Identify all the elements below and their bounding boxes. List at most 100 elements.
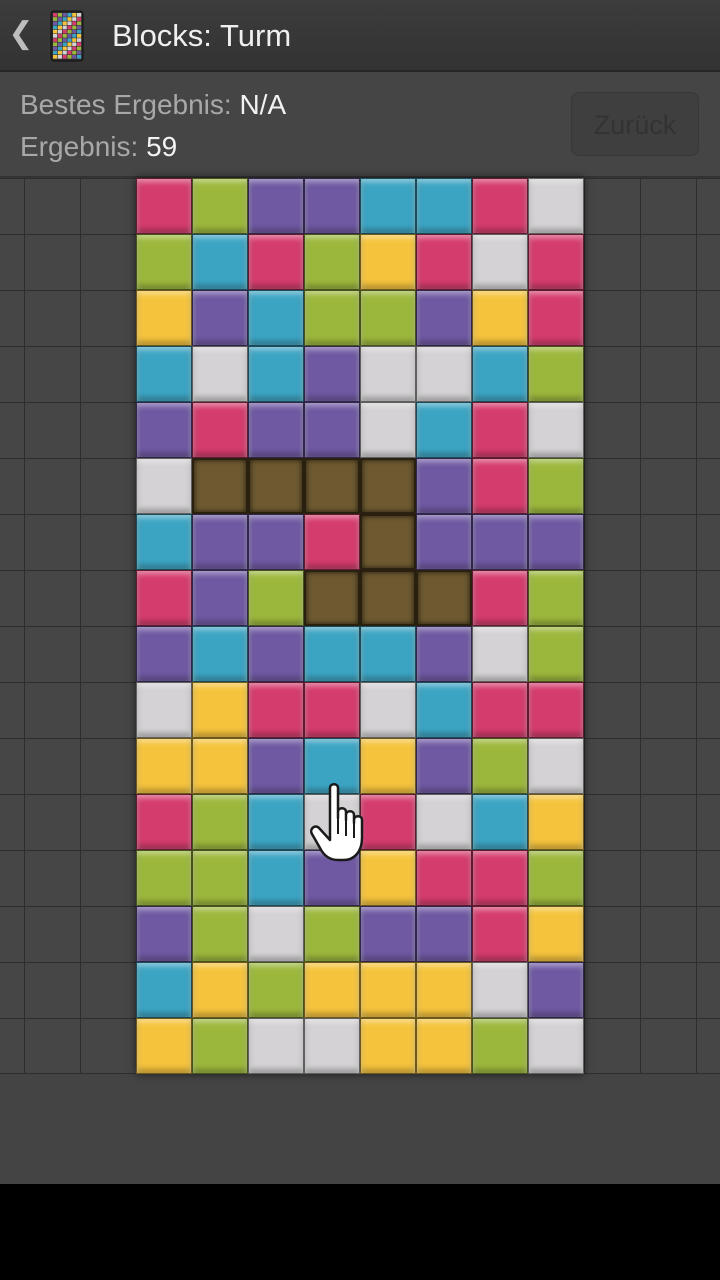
selected-block[interactable] xyxy=(192,458,248,514)
block[interactable] xyxy=(136,234,192,290)
block[interactable] xyxy=(416,458,472,514)
block[interactable] xyxy=(304,682,360,738)
block[interactable] xyxy=(472,1018,528,1074)
block[interactable] xyxy=(136,290,192,346)
block[interactable] xyxy=(472,402,528,458)
block[interactable] xyxy=(416,402,472,458)
block[interactable] xyxy=(192,1018,248,1074)
block[interactable] xyxy=(472,570,528,626)
block[interactable] xyxy=(528,850,584,906)
selected-block[interactable] xyxy=(416,570,472,626)
block[interactable] xyxy=(248,962,304,1018)
block[interactable] xyxy=(248,1018,304,1074)
block[interactable] xyxy=(472,626,528,682)
block[interactable] xyxy=(360,346,416,402)
block[interactable] xyxy=(304,626,360,682)
block[interactable] xyxy=(192,290,248,346)
block[interactable] xyxy=(192,346,248,402)
block[interactable] xyxy=(248,682,304,738)
block[interactable] xyxy=(528,682,584,738)
block[interactable] xyxy=(192,514,248,570)
block[interactable] xyxy=(304,962,360,1018)
block[interactable] xyxy=(416,290,472,346)
block[interactable] xyxy=(192,570,248,626)
selected-block[interactable] xyxy=(360,514,416,570)
block[interactable] xyxy=(136,514,192,570)
block[interactable] xyxy=(416,178,472,234)
selected-block[interactable] xyxy=(304,458,360,514)
block[interactable] xyxy=(248,738,304,794)
block[interactable] xyxy=(360,906,416,962)
block[interactable] xyxy=(248,290,304,346)
block[interactable] xyxy=(472,514,528,570)
block[interactable] xyxy=(472,962,528,1018)
block[interactable] xyxy=(360,234,416,290)
block[interactable] xyxy=(248,626,304,682)
block[interactable] xyxy=(528,906,584,962)
block[interactable] xyxy=(136,402,192,458)
block[interactable] xyxy=(416,514,472,570)
block[interactable] xyxy=(360,290,416,346)
block[interactable] xyxy=(136,682,192,738)
block[interactable] xyxy=(528,794,584,850)
block[interactable] xyxy=(136,962,192,1018)
block[interactable] xyxy=(248,794,304,850)
block[interactable] xyxy=(416,234,472,290)
block[interactable] xyxy=(136,178,192,234)
block[interactable] xyxy=(192,626,248,682)
block[interactable] xyxy=(472,738,528,794)
block[interactable] xyxy=(472,234,528,290)
block[interactable] xyxy=(248,234,304,290)
block[interactable] xyxy=(472,458,528,514)
block[interactable] xyxy=(472,682,528,738)
block[interactable] xyxy=(360,402,416,458)
block[interactable] xyxy=(360,850,416,906)
block[interactable] xyxy=(528,290,584,346)
block[interactable] xyxy=(136,346,192,402)
block[interactable] xyxy=(304,514,360,570)
block[interactable] xyxy=(192,906,248,962)
block[interactable] xyxy=(192,738,248,794)
block[interactable] xyxy=(472,794,528,850)
block[interactable] xyxy=(136,626,192,682)
block[interactable] xyxy=(136,570,192,626)
block[interactable] xyxy=(416,1018,472,1074)
block[interactable] xyxy=(528,178,584,234)
block[interactable] xyxy=(136,458,192,514)
block[interactable] xyxy=(416,682,472,738)
block[interactable] xyxy=(416,906,472,962)
block[interactable] xyxy=(192,682,248,738)
block[interactable] xyxy=(136,906,192,962)
block[interactable] xyxy=(192,178,248,234)
block[interactable] xyxy=(248,178,304,234)
block[interactable] xyxy=(248,514,304,570)
block[interactable] xyxy=(136,850,192,906)
block[interactable] xyxy=(528,626,584,682)
block[interactable] xyxy=(360,962,416,1018)
block[interactable] xyxy=(304,402,360,458)
block[interactable] xyxy=(416,962,472,1018)
block[interactable] xyxy=(472,290,528,346)
block[interactable] xyxy=(528,458,584,514)
block[interactable] xyxy=(304,794,360,850)
block[interactable] xyxy=(304,906,360,962)
block[interactable] xyxy=(360,682,416,738)
block[interactable] xyxy=(192,794,248,850)
block[interactable] xyxy=(192,962,248,1018)
block[interactable] xyxy=(472,178,528,234)
block[interactable] xyxy=(528,962,584,1018)
block[interactable] xyxy=(360,626,416,682)
block[interactable] xyxy=(248,402,304,458)
block[interactable] xyxy=(528,402,584,458)
block[interactable] xyxy=(304,178,360,234)
block[interactable] xyxy=(416,794,472,850)
block[interactable] xyxy=(304,738,360,794)
block[interactable] xyxy=(304,290,360,346)
block[interactable] xyxy=(472,850,528,906)
tower-blocks-icon[interactable] xyxy=(50,10,84,62)
chevron-left-icon[interactable]: ❮ xyxy=(8,14,34,54)
block[interactable] xyxy=(416,850,472,906)
block[interactable] xyxy=(528,514,584,570)
block[interactable] xyxy=(528,234,584,290)
block[interactable] xyxy=(360,794,416,850)
